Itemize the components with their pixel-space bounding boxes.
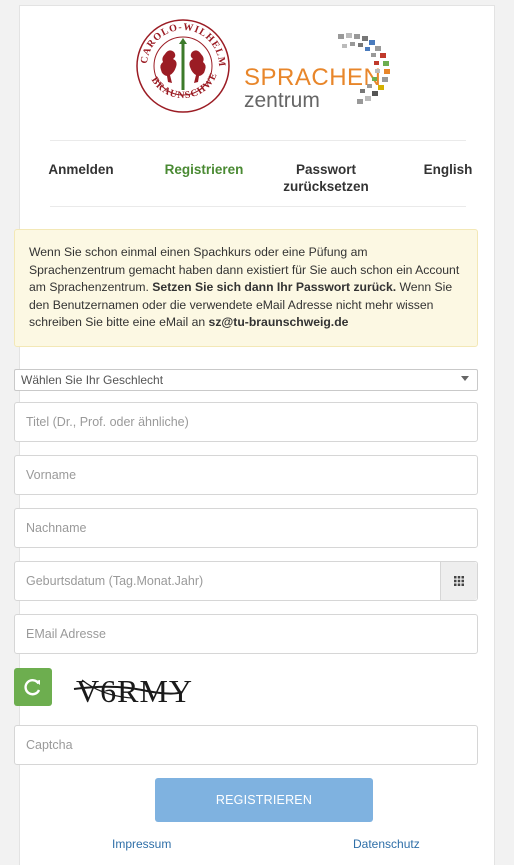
chevron-down-icon (461, 376, 469, 381)
gender-select[interactable]: Wählen Sie Ihr Geschlecht (14, 369, 478, 391)
birthdate-input[interactable] (15, 562, 441, 600)
calendar-button[interactable] (440, 562, 477, 600)
email-input[interactable] (15, 615, 477, 653)
datenschutz-link[interactable]: Datenschutz (353, 837, 420, 851)
nav-reset-password-line2: zurücksetzen (283, 179, 369, 194)
firstname-field[interactable] (14, 455, 478, 495)
calendar-grid-icon (454, 576, 464, 586)
captcha-image: V6RMY (72, 662, 232, 714)
email-field[interactable] (14, 614, 478, 654)
notice-reset-hint: Setzen Sie sich dann Ihr Passwort zurück… (152, 280, 397, 295)
logo-header: CAROLO-WILHELMINA BRAUNSCHWEIG SPRACHEN … (20, 6, 496, 141)
nav-register[interactable]: Registrieren (158, 161, 250, 178)
title-field[interactable] (14, 402, 478, 442)
lastname-input[interactable] (15, 509, 477, 547)
notice-email[interactable]: sz@tu-braunschweig.de (209, 315, 349, 329)
captcha-text: V6RMY (76, 673, 193, 709)
impressum-link[interactable]: Impressum (112, 837, 171, 851)
nav-reset-password[interactable]: Passwort zurücksetzen (278, 161, 374, 195)
existing-account-notice: Wenn Sie schon einmal einen Spachkurs od… (14, 229, 478, 347)
captcha-field[interactable] (14, 725, 478, 765)
refresh-icon (24, 679, 41, 696)
divider-nav (50, 206, 466, 207)
zentrum-wordmark: zentrum (244, 89, 320, 112)
registration-card: CAROLO-WILHELMINA BRAUNSCHWEIG SPRACHEN … (14, 5, 496, 865)
nav-login[interactable]: Anmelden (48, 161, 114, 178)
sprachenzentrum-mosaic-icon (338, 33, 390, 104)
register-button[interactable]: REGISTRIEREN (155, 778, 373, 822)
title-input[interactable] (15, 403, 477, 441)
captcha-refresh-button[interactable] (14, 668, 52, 706)
firstname-input[interactable] (15, 456, 477, 494)
birthdate-field[interactable] (14, 561, 478, 601)
nav-english[interactable]: English (416, 161, 480, 178)
nav-reset-password-line1: Passwort (295, 162, 357, 177)
captcha-input[interactable] (15, 726, 477, 764)
lastname-field[interactable] (14, 508, 478, 548)
divider-top (50, 140, 466, 141)
university-seal-icon: CAROLO-WILHELMINA BRAUNSCHWEIG (135, 18, 230, 113)
auth-nav: Anmelden Registrieren Passwort zurückset… (20, 161, 496, 201)
gender-select-value: Wählen Sie Ihr Geschlecht (21, 373, 164, 387)
